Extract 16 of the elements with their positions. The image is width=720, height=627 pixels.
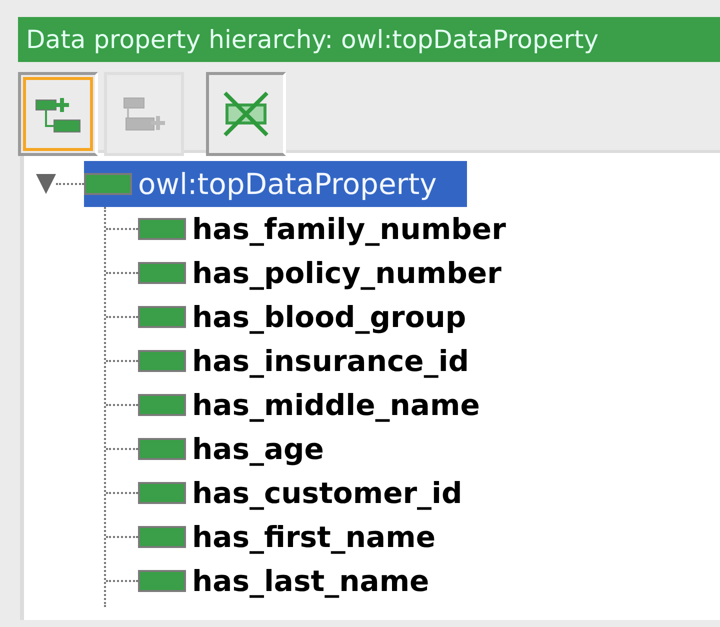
tree-item-label: owl:topDataProperty [138,167,437,201]
tree-item[interactable]: has_middle_name [192,388,480,422]
tree-item[interactable]: has_first_name [192,520,436,554]
panel-title: Data property hierarchy: owl:topDataProperty [18,17,720,62]
toolbar-button[interactable] [206,72,286,156]
tree-item[interactable]: owl:topDataProperty [84,161,467,207]
tree-item[interactable]: has_policy_number [192,256,502,290]
tree-item[interactable]: has_blood_group [192,300,466,334]
tree-item[interactable]: has_customer_id [192,476,462,510]
tree-item[interactable]: has_last_name [192,564,430,598]
delete-property-icon [221,91,271,137]
tree-item[interactable]: has_family_number [192,212,506,246]
expand-toggle-icon[interactable] [36,174,56,194]
toolbar-button[interactable] [18,72,98,156]
tree-item[interactable]: has_insurance_id [192,344,470,378]
tree-item[interactable]: has_age [192,432,324,466]
